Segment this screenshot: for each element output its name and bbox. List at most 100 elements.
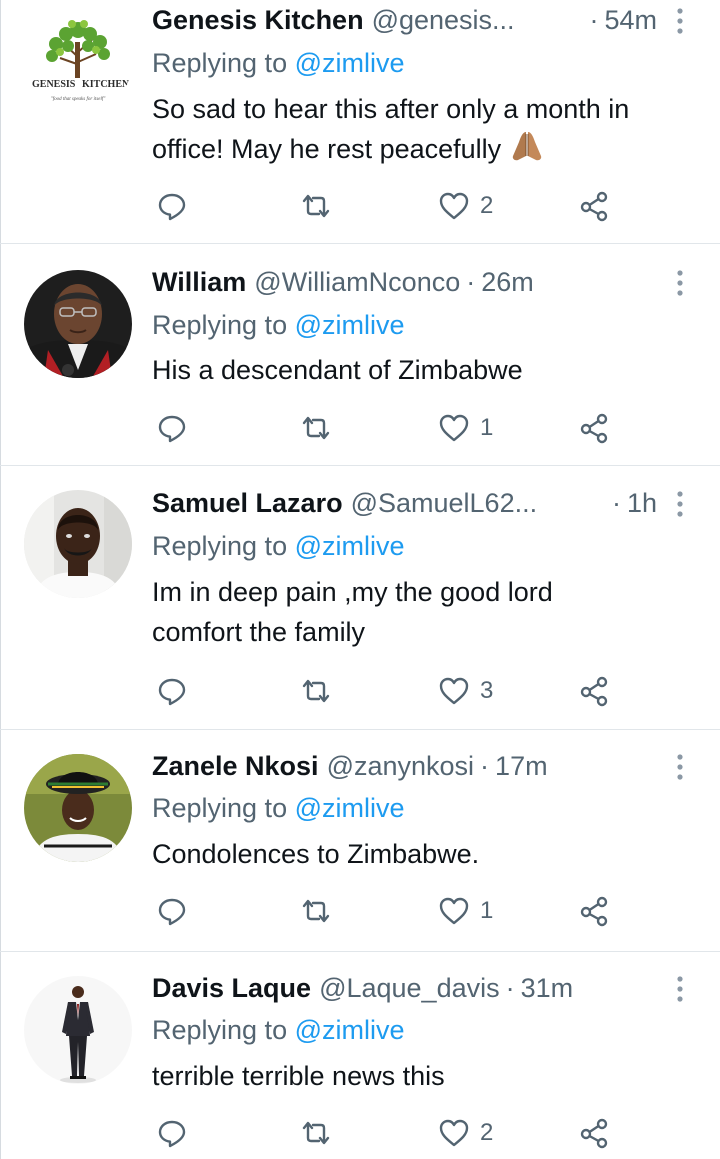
mention-link[interactable]: @zimlive [295, 48, 405, 78]
avatar[interactable] [24, 490, 132, 598]
like-button[interactable]: 1 [438, 408, 493, 448]
replying-to: Replying to @zimlive [152, 1010, 405, 1050]
more-vertical-icon[interactable] [672, 752, 688, 782]
user-handle[interactable]: @Laque_davis [319, 968, 500, 1008]
reply-icon [158, 898, 186, 926]
tweet-text: His a descendant of Zimbabwe [152, 355, 523, 385]
share-button[interactable] [578, 408, 610, 448]
timestamp[interactable]: 31m [521, 968, 574, 1008]
avatar-photo [24, 270, 132, 378]
like-button[interactable]: 1 [438, 891, 493, 931]
tweet-header: William @WilliamNconco · 26m [152, 262, 657, 302]
retweet-button[interactable] [300, 671, 332, 711]
mention-link[interactable]: @zimlive [295, 1015, 405, 1045]
timestamp[interactable]: 54m [604, 0, 657, 40]
like-button[interactable]: 3 [438, 671, 493, 711]
share-button[interactable] [578, 671, 610, 711]
tweet-text: Condolences to Zimbabwe. [152, 839, 480, 869]
like-button[interactable]: 2 [438, 1113, 493, 1153]
more-vertical-icon[interactable] [672, 6, 688, 36]
share-icon [580, 1118, 608, 1149]
svg-text:"food that speaks for itself": "food that speaks for itself" [51, 97, 107, 102]
avatar[interactable] [24, 754, 132, 862]
user-handle[interactable]: @zanynkosi [327, 746, 474, 786]
tweet-reply[interactable]: GENESIS KITCHEN "food that speaks for it… [0, 0, 720, 244]
tweet-reply[interactable]: William @WilliamNconco · 26m Replying to… [0, 244, 720, 466]
like-count: 3 [480, 677, 494, 704]
display-name[interactable]: William [152, 262, 246, 302]
timestamp[interactable]: 1h [627, 483, 657, 523]
share-icon [580, 676, 608, 707]
tweet-actions: 1 [0, 408, 720, 448]
tweet-text: So sad to hear this after only a month i… [152, 89, 692, 169]
retweet-icon [302, 1121, 330, 1145]
timestamp[interactable]: 17m [495, 746, 548, 786]
svg-text:KITCHEN: KITCHEN [82, 79, 130, 90]
avatar-photo [24, 976, 132, 1084]
share-button[interactable] [578, 891, 610, 931]
replying-label: Replying to [152, 1015, 288, 1045]
share-button[interactable] [578, 1113, 610, 1153]
share-icon [580, 896, 608, 927]
retweet-button[interactable] [300, 186, 332, 226]
reply-button[interactable] [156, 891, 188, 931]
reply-button[interactable] [156, 408, 188, 448]
like-count: 2 [480, 192, 494, 219]
mention-link[interactable]: @zimlive [295, 793, 405, 823]
like-button[interactable]: 2 [438, 186, 493, 226]
retweet-icon [302, 899, 330, 923]
retweet-icon [302, 416, 330, 440]
avatar[interactable]: GENESIS KITCHEN "food that speaks for it… [24, 8, 132, 116]
replying-to: Replying to @zimlive [152, 43, 405, 83]
tweet-header: Davis Laque @Laque_davis · 31m [152, 968, 657, 1008]
display-name[interactable]: Davis Laque [152, 968, 311, 1008]
replying-to: Replying to @zimlive [152, 526, 405, 566]
share-icon [580, 191, 608, 222]
retweet-icon [302, 679, 330, 703]
separator-dot: · [466, 267, 476, 297]
retweet-button[interactable] [300, 408, 332, 448]
user-handle[interactable]: @SamuelL62... [351, 483, 538, 523]
separator-dot: · [589, 5, 599, 35]
more-vertical-icon[interactable] [672, 489, 688, 519]
tweet-reply[interactable]: Davis Laque @Laque_davis · 31m Replying … [0, 952, 720, 1159]
separator-dot: · [505, 973, 515, 1003]
tweet-reply[interactable]: Samuel Lazaro @SamuelL62... · 1h Replyin… [0, 466, 720, 730]
tweet-actions: 3 [0, 671, 720, 711]
mention-link[interactable]: @zimlive [295, 310, 405, 340]
mention-link[interactable]: @zimlive [295, 531, 405, 561]
replying-label: Replying to [152, 531, 288, 561]
like-count: 1 [480, 414, 494, 441]
avatar-photo [24, 754, 132, 862]
more-vertical-icon[interactable] [672, 268, 688, 298]
retweet-button[interactable] [300, 891, 332, 931]
reply-button[interactable] [156, 1113, 188, 1153]
avatar[interactable] [24, 270, 132, 378]
tweet-text: Im in deep pain ,my the good lord comfor… [152, 577, 553, 647]
retweet-icon [302, 194, 330, 218]
replying-label: Replying to [152, 793, 288, 823]
heart-icon [439, 677, 469, 705]
more-vertical-icon[interactable] [672, 974, 688, 1004]
like-count: 1 [480, 897, 494, 924]
tweet-reply[interactable]: Zanele Nkosi @zanynkosi · 17m Replying t… [0, 730, 720, 952]
display-name[interactable]: Genesis Kitchen [152, 0, 364, 40]
replying-label: Replying to [152, 48, 288, 78]
display-name[interactable]: Zanele Nkosi [152, 746, 319, 786]
tweet-header: Samuel Lazaro @SamuelL62... · 1h [152, 483, 657, 523]
reply-icon [158, 1120, 186, 1148]
heart-icon [439, 897, 469, 925]
tweet-header: Genesis Kitchen @genesis... · 54m [152, 0, 657, 40]
retweet-button[interactable] [300, 1113, 332, 1153]
like-count: 2 [480, 1119, 494, 1146]
user-handle[interactable]: @genesis... [372, 0, 515, 40]
user-handle[interactable]: @WilliamNconco [254, 262, 460, 302]
separator-dot: · [480, 751, 490, 781]
reply-icon [158, 415, 186, 443]
reply-button[interactable] [156, 671, 188, 711]
reply-button[interactable] [156, 186, 188, 226]
share-button[interactable] [578, 186, 610, 226]
display-name[interactable]: Samuel Lazaro [152, 483, 343, 523]
timestamp[interactable]: 26m [481, 262, 534, 302]
avatar[interactable] [24, 976, 132, 1084]
